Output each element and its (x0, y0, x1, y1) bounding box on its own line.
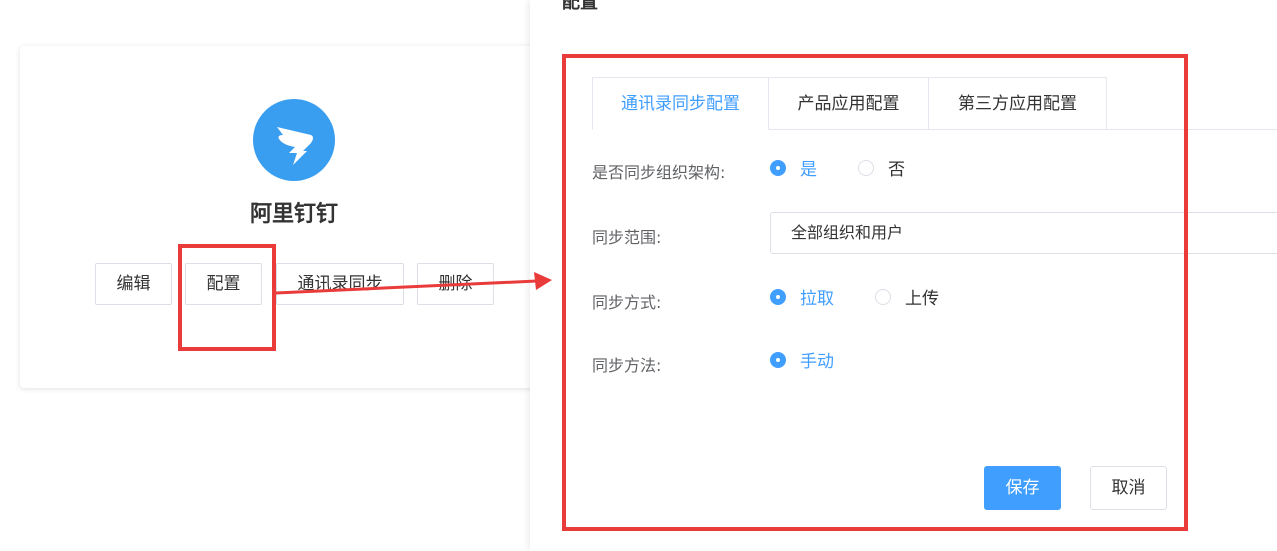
delete-button[interactable]: 删除 (417, 263, 494, 305)
radio-checked-icon (770, 160, 786, 176)
sync-mode-upload-radio[interactable]: 上传 (875, 288, 939, 310)
sync-org-label: 是否同步组织架构: (592, 163, 726, 182)
sync-method-manual-text: 手动 (800, 352, 834, 372)
tab-product-apps[interactable]: 产品应用配置 (768, 77, 929, 129)
config-drawer: 配置 通讯录同步配置 产品应用配置 第三方应用配置 是否同步组织架构: 是 否 … (530, 0, 1277, 551)
drawer-title: 配置 (562, 0, 598, 13)
sync-mode-pull-text: 拉取 (800, 289, 834, 309)
cancel-button[interactable]: 取消 (1090, 466, 1167, 510)
sync-mode-upload-text: 上传 (905, 289, 939, 309)
save-button[interactable]: 保存 (984, 466, 1061, 510)
sync-method-label: 同步方法: (592, 356, 662, 375)
dingtalk-icon (253, 99, 335, 181)
sync-org-no-radio[interactable]: 否 (858, 159, 905, 181)
sync-org-yes-radio[interactable]: 是 (770, 159, 817, 181)
app-card: 阿里钉钉 编辑 配置 通讯录同步 删除 (20, 46, 580, 388)
radio-checked-icon (770, 289, 786, 305)
sync-button[interactable]: 通讯录同步 (276, 263, 404, 305)
configure-button[interactable]: 配置 (185, 263, 262, 305)
sync-org-yes-text: 是 (800, 160, 817, 180)
sync-scope-label: 同步范围: (592, 228, 662, 247)
sync-scope-select[interactable]: 全部组织和用户 (770, 212, 1277, 254)
sync-org-no-text: 否 (888, 160, 905, 180)
radio-checked-icon (770, 352, 786, 368)
sync-mode-pull-radio[interactable]: 拉取 (770, 288, 834, 310)
radio-unchecked-icon (875, 289, 891, 305)
tab-contacts-sync[interactable]: 通讯录同步配置 (592, 77, 769, 130)
sync-method-manual-radio[interactable]: 手动 (770, 351, 834, 373)
edit-button[interactable]: 编辑 (95, 263, 172, 305)
sync-mode-label: 同步方式: (592, 293, 662, 312)
radio-unchecked-icon (858, 160, 874, 176)
app-name: 阿里钉钉 (249, 202, 338, 227)
tab-third-party-apps[interactable]: 第三方应用配置 (928, 77, 1107, 129)
